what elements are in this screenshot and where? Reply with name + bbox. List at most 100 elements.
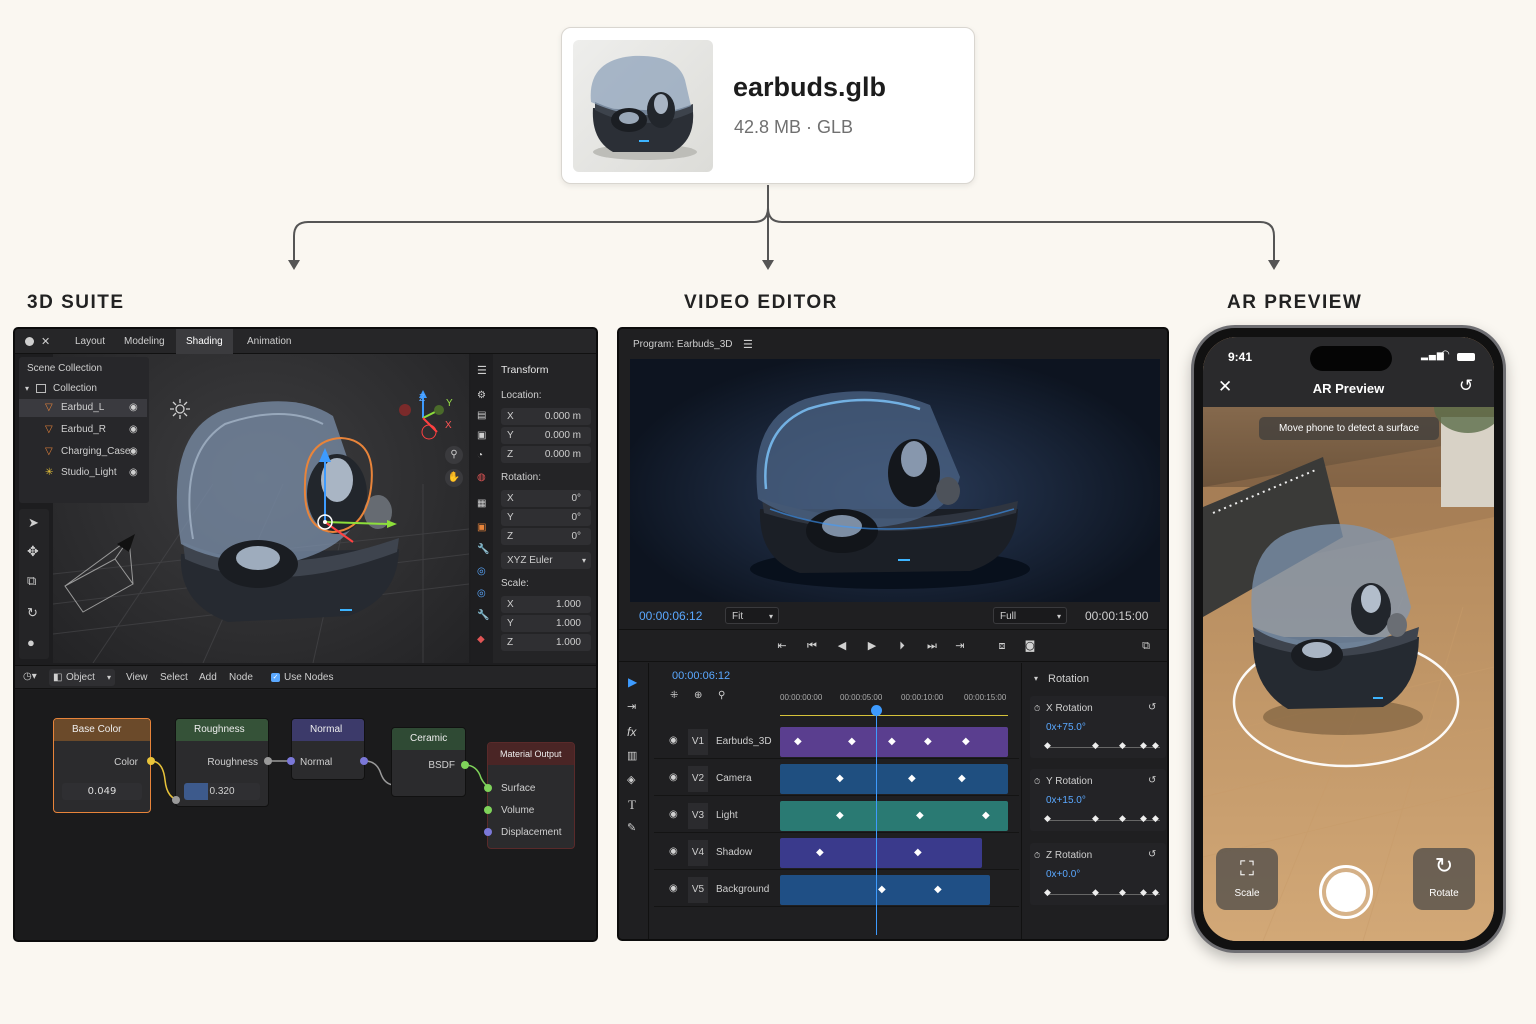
track-id[interactable]: V5 (688, 877, 708, 903)
zoom-icon[interactable]: ⚲ (445, 446, 463, 464)
menu-select[interactable]: Select (160, 672, 188, 683)
brush-tool-icon[interactable]: ✎ (627, 821, 636, 834)
rotation-mode-select[interactable]: XYZ Euler ▾ (501, 552, 591, 569)
ar-screen[interactable]: 9:41 ▂▄▆ ◠ ✕ AR Preview ↺ Move phone to … (1203, 337, 1494, 941)
menu-icon[interactable]: ☰ (743, 338, 753, 351)
reset-icon[interactable]: ↺ (1459, 376, 1473, 396)
collection-label[interactable]: Collection (53, 383, 97, 394)
node-editor[interactable]: Base Color Color 0.049 Roughness Roughne… (15, 690, 596, 940)
keyframe[interactable]: ◆ (962, 736, 970, 747)
timeline-timecode[interactable]: 00:00:06:12 (672, 670, 730, 682)
track-visibility-eye-icon[interactable]: ◉ (669, 883, 678, 894)
node-normal[interactable]: Normal Normal (291, 718, 365, 780)
use-nodes-checkbox[interactable]: ✓ (271, 673, 280, 682)
tab-layout[interactable]: Layout (65, 329, 115, 354)
rotate-button[interactable]: ↻ Rotate (1413, 848, 1475, 910)
menu-icon[interactable]: ☰ (477, 364, 487, 377)
track-id[interactable]: V2 (688, 766, 708, 792)
blender-icon[interactable]: ✕ (41, 335, 50, 348)
link-icon[interactable]: ⊕ (694, 690, 702, 701)
collection-expand-icon[interactable]: ▾ (25, 384, 29, 393)
tab-modeling[interactable]: Modeling (114, 329, 175, 354)
settings-icon[interactable]: ⧉ (1139, 639, 1153, 653)
surface-socket[interactable] (484, 784, 492, 792)
rotation-x-field[interactable]: X 0° (501, 490, 591, 507)
particles-icon[interactable]: ◎ (477, 566, 486, 577)
program-monitor[interactable] (630, 359, 1160, 602)
bsdf-socket[interactable] (461, 761, 469, 769)
collapse-icon[interactable]: ▾ (1034, 674, 1038, 683)
play-icon[interactable]: ▶ (865, 639, 879, 653)
current-timecode[interactable]: 00:00:06:12 (639, 609, 702, 623)
keyframe[interactable]: ◆ (878, 884, 886, 895)
view-layer-icon[interactable]: ◔ (477, 450, 483, 461)
menu-view[interactable]: View (126, 672, 148, 683)
keyframe[interactable]: ◆ (914, 847, 922, 858)
rotate-tool-icon[interactable]: ↻ (27, 605, 38, 621)
material-icon[interactable]: ◆ (477, 634, 485, 645)
scale-y-field[interactable]: Y 1.000 (501, 615, 591, 632)
volume-socket[interactable] (484, 806, 492, 814)
eye-icon[interactable]: ◉ (129, 424, 138, 435)
track-clip[interactable]: ◆ ◆ (780, 875, 990, 905)
outliner-item-charging-case[interactable]: Charging_Case (61, 446, 131, 457)
scale-x-field[interactable]: X 1.000 (501, 596, 591, 613)
keyframe[interactable]: ◆ (908, 773, 916, 784)
annotate-tool-icon[interactable]: ● (27, 635, 35, 650)
track-clip[interactable]: ◆ ◆ ◆ ◆ ◆ (780, 727, 1008, 757)
roughness-input-socket[interactable] (172, 796, 180, 804)
node-base-color[interactable]: Base Color Color 0.049 (53, 718, 151, 813)
capture-button[interactable] (1319, 865, 1373, 919)
render-icon[interactable]: ▤ (477, 410, 486, 421)
text-tool-icon[interactable]: T (628, 797, 636, 813)
x-rotation-param[interactable]: ⏱ X Rotation ↺ 0x+75.0° ◆ ◆ ◆ ◆ ◆ (1030, 696, 1166, 758)
outliner-item-earbud-r[interactable]: Earbud_R (61, 424, 106, 435)
rotation-y-field[interactable]: Y 0° (501, 509, 591, 526)
keyframe[interactable]: ◆ (794, 736, 802, 747)
track-clip[interactable]: ◆ ◆ ◆ (780, 801, 1008, 831)
normal-socket[interactable] (287, 757, 295, 765)
scene-icon[interactable]: ◍ (477, 472, 486, 483)
outliner-item-studio-light[interactable]: Studio_Light (61, 467, 117, 478)
camera-icon[interactable]: ◙ (1023, 639, 1037, 653)
track-select-icon[interactable]: ⇥ (627, 700, 636, 713)
location-y-field[interactable]: Y 0.000 m (501, 427, 591, 444)
scale-tool-icon[interactable]: ⧉ (27, 573, 36, 589)
physics-icon[interactable]: ◎ (477, 588, 486, 599)
keyframe[interactable]: ◆ (816, 847, 824, 858)
keyframe[interactable]: ◆ (934, 884, 942, 895)
fit-select[interactable]: Fit ▾ (725, 607, 779, 624)
output-icon[interactable]: ▣ (477, 430, 486, 441)
insert-icon[interactable]: ⧈ (995, 639, 1009, 653)
keyframe[interactable]: ◆ (958, 773, 966, 784)
pen-tool-icon[interactable]: ◈ (627, 773, 635, 786)
modifier-icon[interactable]: 🔧 (477, 544, 489, 555)
rotation-z-field[interactable]: Z 0° (501, 528, 591, 545)
constraints-icon[interactable]: 🔧 (477, 610, 489, 621)
quality-select[interactable]: Full ▾ (993, 607, 1067, 624)
track-visibility-eye-icon[interactable]: ◉ (669, 735, 678, 746)
step-back-icon[interactable]: ◀ (835, 639, 849, 653)
mark-out-icon[interactable]: ⇥ (953, 639, 967, 653)
keyframe[interactable]: ◆ (836, 773, 844, 784)
tab-animation[interactable]: Animation (237, 329, 301, 354)
keyframe[interactable]: ◆ (888, 736, 896, 747)
roughness-socket[interactable] (264, 757, 272, 765)
keyframe[interactable]: ◆ (916, 810, 924, 821)
outliner-item-earbud-l[interactable]: Earbud_L (61, 402, 104, 413)
normal-out-socket[interactable] (360, 757, 368, 765)
keyframe[interactable]: ◆ (982, 810, 990, 821)
eye-icon[interactable]: ◉ (129, 467, 138, 478)
snap-icon[interactable]: ⁜ (670, 690, 678, 701)
displacement-socket[interactable] (484, 828, 492, 836)
track-id[interactable]: V3 (688, 803, 708, 829)
location-x-field[interactable]: X 0.000 m (501, 408, 591, 425)
menu-node[interactable]: Node (229, 672, 253, 683)
color-socket[interactable] (147, 757, 155, 765)
object-mode-select[interactable]: ◧ Object ▾ (49, 669, 115, 686)
select-tool-icon[interactable]: ➤ (28, 515, 39, 531)
world-icon[interactable]: ▦ (477, 498, 486, 509)
mark-in-icon[interactable]: ⇤ (775, 639, 789, 653)
track-id[interactable]: V1 (688, 729, 708, 755)
slip-tool-icon[interactable]: ▥ (627, 749, 637, 762)
